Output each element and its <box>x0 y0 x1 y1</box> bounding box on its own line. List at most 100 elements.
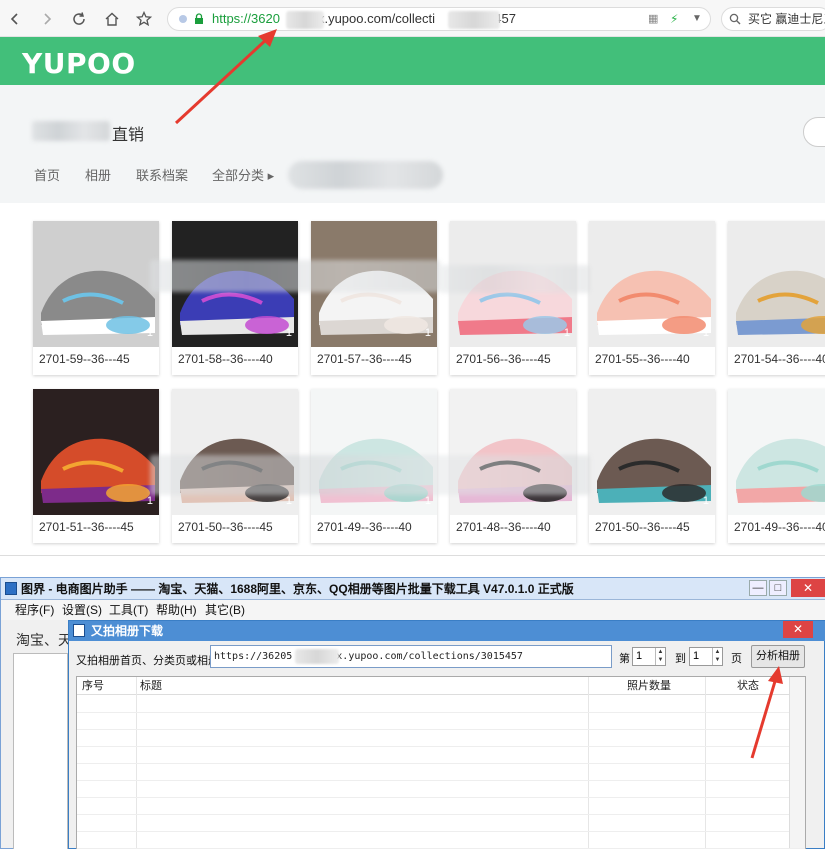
album-card[interactable]: 1 2701-58--36----40 <box>172 221 298 375</box>
page-from-label: 第 <box>619 653 630 665</box>
photo-count-badge: 1 <box>424 327 431 339</box>
table-row <box>77 746 805 747</box>
qr-icon[interactable]: ▦ <box>648 8 658 30</box>
browser-search-box[interactable]: 买它 赢迪士尼三 <box>721 7 825 31</box>
app-icon <box>5 582 17 595</box>
table-row <box>77 797 805 798</box>
album-title[interactable]: 2701-57--36----45 <box>317 352 412 366</box>
album-url-input[interactable]: https://36205 x.yupoo.com/collections/301… <box>210 645 612 668</box>
dialog-close-button[interactable]: ✕ <box>783 621 813 638</box>
photo-count-badge: 1 <box>424 495 431 507</box>
album-thumbnail[interactable] <box>450 389 576 515</box>
maximize-button[interactable]: □ <box>769 580 787 596</box>
nav-home[interactable]: 首页 <box>34 165 60 184</box>
forward-icon[interactable] <box>36 8 58 30</box>
blurred-region <box>286 11 324 29</box>
menu-tools[interactable]: 工具(T) <box>109 600 148 620</box>
table-row <box>77 831 805 832</box>
site-info-icon[interactable] <box>178 14 188 24</box>
album-thumbnail[interactable] <box>589 389 715 515</box>
analyze-album-button[interactable]: 分析相册 <box>751 645 805 668</box>
shoe-image <box>736 270 825 335</box>
shoe-image <box>180 438 294 503</box>
album-title[interactable]: 2701-56--36----45 <box>456 352 551 366</box>
album-card[interactable]: 1 2701-59--36---45 <box>33 221 159 375</box>
col-status[interactable]: 状态 <box>737 677 759 695</box>
blurred-region <box>288 161 443 189</box>
album-card[interactable]: 1 2701-55--36----40 <box>589 221 715 375</box>
bookmark-star-icon[interactable] <box>133 8 155 30</box>
album-title[interactable]: 2701-48--36----40 <box>456 520 551 534</box>
lightning-icon[interactable]: ⚡ <box>670 8 678 30</box>
album-title[interactable]: 2701-58--36----40 <box>178 352 273 366</box>
album-title[interactable]: 2701-49--36----40 <box>734 520 825 534</box>
album-title[interactable]: 2701-50--36----45 <box>595 520 690 534</box>
stepper-arrows-icon[interactable]: ▲ ▼ <box>712 648 722 665</box>
store-search-button[interactable] <box>803 117 825 147</box>
table-header: 序号 标题 照片数量 状态 <box>77 677 805 695</box>
col-index[interactable]: 序号 <box>82 677 104 695</box>
address-bar[interactable]: https://3620 x.yupoo.com/collecti 5457 ▦ ⚡… <box>167 7 711 31</box>
app-tab-label[interactable]: 淘宝、天 <box>16 630 72 650</box>
blurred-region <box>150 455 590 495</box>
page-unit-label: 页 <box>731 653 742 665</box>
album-thumbnail[interactable] <box>728 221 825 347</box>
scrollbar[interactable] <box>789 677 805 848</box>
album-title[interactable]: 2701-50--36----45 <box>178 520 273 534</box>
page-to-label: 到 <box>675 653 686 665</box>
shoe-image <box>319 438 433 503</box>
reload-icon[interactable] <box>68 8 90 30</box>
album-title[interactable]: 2701-54--36----40 <box>734 352 825 366</box>
app-left-pane <box>13 653 68 849</box>
shoe-image <box>736 438 825 503</box>
photo-count-badge: 1 <box>563 327 570 339</box>
blurred-region <box>32 121 110 141</box>
album-title[interactable]: 2701-55--36----40 <box>595 352 690 366</box>
lock-icon <box>195 13 203 24</box>
url-input-part-a: https://36205 <box>214 651 293 662</box>
col-photo-count[interactable]: 照片数量 <box>627 677 671 695</box>
menu-program[interactable]: 程序(F) <box>15 600 54 620</box>
nav-all-categories[interactable]: 全部分类 ▸ <box>212 165 274 184</box>
album-thumbnail[interactable] <box>172 389 298 515</box>
album-card[interactable]: 1 2701-50--36----45 <box>589 389 715 543</box>
table-row <box>77 814 805 815</box>
screenshot-root: https://3620 x.yupoo.com/collecti 5457 ▦ ⚡… <box>0 0 825 849</box>
album-thumbnail[interactable] <box>311 389 437 515</box>
photo-count-badge: 1 <box>702 495 709 507</box>
album-card[interactable]: 1 2701-57--36----45 <box>311 221 437 375</box>
album-title[interactable]: 2701-59--36---45 <box>39 352 130 366</box>
album-card[interactable]: 1 2701-56--36----45 <box>450 221 576 375</box>
album-thumbnail[interactable] <box>33 221 159 347</box>
url-prefix: https://3620 <box>212 11 280 26</box>
menu-settings[interactable]: 设置(S) <box>62 600 102 620</box>
table-row <box>77 729 805 730</box>
album-thumbnail[interactable] <box>589 221 715 347</box>
page-from-stepper[interactable]: 1 ▲ ▼ <box>632 647 666 666</box>
col-title[interactable]: 标题 <box>140 677 162 695</box>
chevron-down-icon[interactable]: ▼ <box>692 8 702 30</box>
dialog-title-bar: 又拍相册下载 <box>69 621 825 641</box>
yupoo-logo[interactable]: YUPOO <box>22 47 136 80</box>
album-title[interactable]: 2701-51--36----45 <box>39 520 134 534</box>
minimize-button[interactable]: — <box>749 580 767 596</box>
album-card[interactable]: 1 2701-51--36----45 <box>33 389 159 543</box>
album-card[interactable]: 12701-54--36----40 <box>728 221 825 375</box>
nav-contact[interactable]: 联系档案 <box>136 165 188 184</box>
back-icon[interactable] <box>4 8 26 30</box>
nav-albums[interactable]: 相册 <box>85 165 111 184</box>
stepper-arrows-icon[interactable]: ▲ ▼ <box>655 648 665 665</box>
album-thumbnail[interactable] <box>728 389 825 515</box>
blurred-region <box>448 11 500 29</box>
table-row <box>77 780 805 781</box>
shoe-image <box>597 438 711 503</box>
album-thumbnail[interactable] <box>33 389 159 515</box>
album-card[interactable]: 12701-49--36----40 <box>728 389 825 543</box>
page-to-stepper[interactable]: 1 ▲ ▼ <box>689 647 723 666</box>
close-button[interactable]: ✕ <box>791 579 825 597</box>
shoe-image <box>597 270 711 335</box>
album-title[interactable]: 2701-49--36----40 <box>317 520 412 534</box>
menu-help[interactable]: 帮助(H) <box>156 600 197 620</box>
menu-other[interactable]: 其它(B) <box>205 600 245 620</box>
home-icon[interactable] <box>101 8 123 30</box>
